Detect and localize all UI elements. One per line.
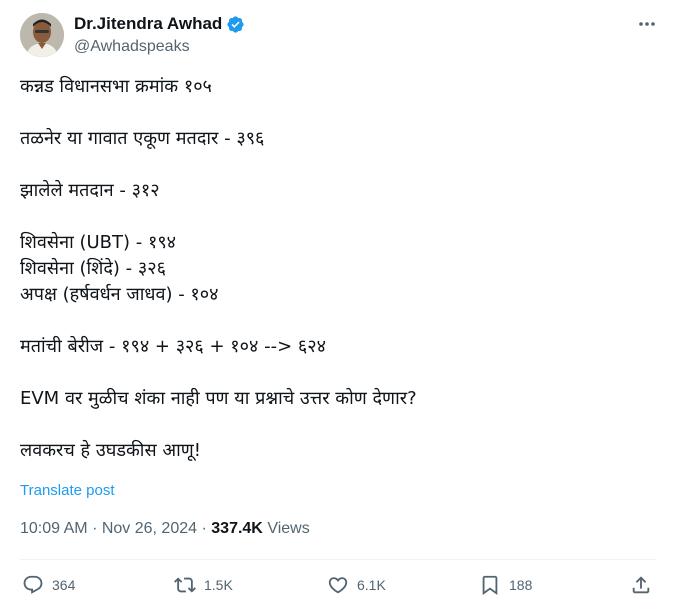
author-handle[interactable]: @Awhadspeaks xyxy=(74,37,190,57)
author-name[interactable]: Dr.Jitendra Awhad xyxy=(74,13,222,35)
author-name-row[interactable]: Dr.Jitendra Awhad xyxy=(74,13,245,35)
bookmark-button[interactable]: 188 xyxy=(479,574,532,596)
bookmark-icon xyxy=(482,575,498,596)
like-icon xyxy=(328,577,348,594)
share-button[interactable] xyxy=(630,574,652,596)
like-button[interactable]: 6.1K xyxy=(327,574,386,596)
tweet-line: झालेले मतदान - ३१२ xyxy=(20,180,160,201)
translate-post-link[interactable]: Translate post xyxy=(20,481,115,501)
tweet-card: Dr.Jitendra Awhad @Awhadspeaks कन्नड विध… xyxy=(0,0,673,616)
tweet-date[interactable]: Nov 26, 2024 xyxy=(102,520,197,537)
tweet-meta: 10:09 AM · Nov 26, 2024 · 337.4K Views xyxy=(20,519,310,539)
tweet-time[interactable]: 10:09 AM xyxy=(20,520,88,537)
action-bar: 364 1.5K 6.1K 188 xyxy=(20,570,656,602)
avatar-image xyxy=(20,13,64,57)
tweet-line: लवकरच हे उघडकीस आणू! xyxy=(20,440,201,461)
reply-count: 364 xyxy=(52,577,76,593)
meta-separator: · xyxy=(201,520,207,537)
tweet-line: मतांची बेरीज - १९४ + ३२६ + १०४ --> ६२४ xyxy=(20,336,326,357)
tweet-line: EVM वर मुळीच शंका नाही पण या प्रश्नाचे उ… xyxy=(20,388,417,409)
more-icon[interactable] xyxy=(636,14,658,34)
repost-button[interactable]: 1.5K xyxy=(174,574,233,596)
verified-badge-icon xyxy=(227,15,244,33)
repost-count: 1.5K xyxy=(204,577,233,593)
avatar[interactable] xyxy=(20,13,64,57)
views-count: 337.4K xyxy=(211,520,263,537)
divider xyxy=(20,559,656,560)
reply-icon xyxy=(23,575,43,594)
bookmark-count: 188 xyxy=(509,577,533,593)
tweet-line: शिवसेना (शिंदे) - ३२६ xyxy=(20,258,166,279)
share-icon xyxy=(632,576,650,594)
tweet-line: कन्नड विधानसभा क्रमांक १०५ xyxy=(20,76,212,97)
tweet-line: अपक्ष (हर्षवर्धन जाधव) - १०४ xyxy=(20,284,219,305)
tweet-line: शिवसेना (UBT) - १९४ xyxy=(20,232,177,253)
like-count: 6.1K xyxy=(357,577,386,593)
meta-separator: · xyxy=(92,520,98,537)
repost-icon xyxy=(174,577,196,593)
reply-button[interactable]: 364 xyxy=(22,574,75,596)
tweet-line: तळनेर या गावात एकूण मतदार - ३९६ xyxy=(20,128,265,149)
tweet-text: कन्नड विधानसभा क्रमांक १०५ तळनेर या गावा… xyxy=(20,74,650,464)
views-label: Views xyxy=(267,520,310,537)
